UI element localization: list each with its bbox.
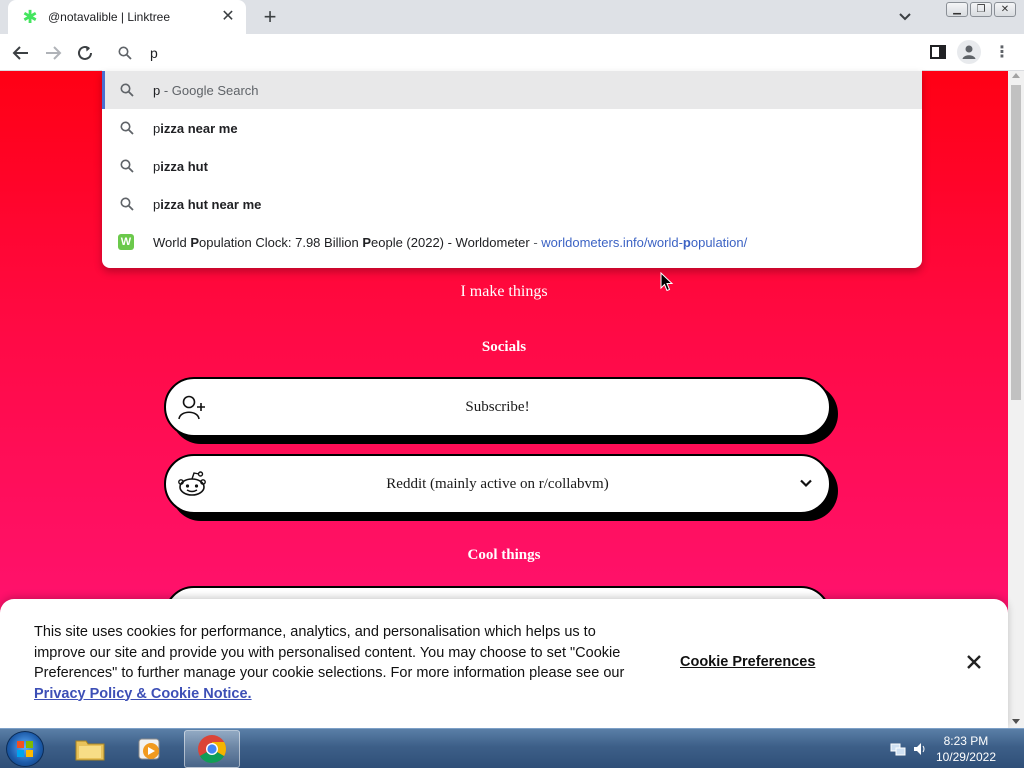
cool-things-heading: Cool things (467, 547, 541, 563)
history-url-part: worldometers.info/world- (541, 234, 683, 250)
page-scrollbar[interactable] (1008, 71, 1024, 728)
taskbar-explorer[interactable] (62, 730, 118, 768)
linktree-favicon-icon: ✱ (22, 7, 38, 27)
start-button[interactable] (6, 731, 44, 767)
folder-icon (75, 740, 105, 761)
chevron-down-icon[interactable] (799, 476, 813, 490)
close-window-button[interactable]: ✕ (994, 2, 1016, 17)
new-tab-button[interactable]: + (256, 5, 284, 29)
address-bar[interactable]: p (102, 34, 922, 71)
history-title-match: P (190, 234, 199, 250)
history-title-part: opulation Clock: 7.98 Billion (199, 234, 363, 250)
reddit-link-button[interactable]: Reddit (mainly active on r/collabvm) (164, 454, 831, 514)
history-separator: - (529, 234, 542, 250)
history-url-part: opulation/ (690, 234, 748, 250)
close-icon[interactable] (966, 654, 982, 670)
profile-avatar-icon (962, 45, 976, 59)
side-panel-icon (930, 45, 946, 59)
tab-title: @notavalible | Linktree (48, 10, 171, 24)
suggestion-item[interactable]: p - Google Search (102, 71, 922, 109)
search-icon (120, 197, 134, 211)
mouse-cursor-icon (660, 272, 674, 292)
system-tray: 8:23 PM 10/29/2022 (884, 729, 1024, 768)
browser-tab[interactable]: ✱ @notavalible | Linktree ✕ (8, 0, 246, 34)
history-suggestion-item[interactable]: W World Population Clock: 7.98 Billion P… (102, 223, 922, 261)
reload-button[interactable] (72, 40, 98, 66)
side-panel-button[interactable] (928, 41, 948, 63)
reddit-icon (178, 471, 206, 496)
scroll-down-arrow-icon[interactable] (1012, 719, 1020, 724)
scroll-up-arrow-icon[interactable] (1012, 73, 1020, 78)
suggestion-item[interactable]: pizza hut (102, 147, 922, 185)
reload-icon (78, 45, 92, 60)
clock[interactable]: 8:23 PM 10/29/2022 (936, 733, 996, 765)
suggestion-source: - Google Search (160, 82, 259, 98)
suggestion-completion: izza hut near me (160, 196, 262, 212)
search-icon (120, 83, 134, 97)
profile-button[interactable] (957, 40, 981, 64)
cookie-message: This site uses cookies for performance, … (34, 622, 634, 704)
windows-taskbar: 8:23 PM 10/29/2022 (0, 728, 1024, 768)
back-arrow-icon (12, 46, 28, 60)
cookie-preferences-button[interactable]: Cookie Preferences (680, 654, 815, 670)
window-controls: ▁ ❐ ✕ (946, 2, 1016, 17)
scrollbar-thumb[interactable] (1011, 85, 1021, 400)
search-icon (120, 121, 134, 135)
search-icon (120, 159, 134, 173)
network-icon[interactable] (890, 741, 906, 757)
cookie-message-text: This site uses cookies for performance, … (34, 624, 625, 681)
history-title-part: World (153, 234, 191, 250)
chevron-down-icon (899, 13, 911, 21)
profile-bio: I make things (460, 283, 548, 300)
cookie-banner: This site uses cookies for performance, … (0, 599, 1008, 728)
clock-date: 10/29/2022 (935, 750, 996, 764)
tab-close-icon[interactable]: ✕ (220, 9, 236, 25)
privacy-policy-link[interactable]: Privacy Policy & Cookie Notice. (34, 686, 252, 702)
back-button[interactable] (8, 40, 34, 66)
tab-strip: ✱ @notavalible | Linktree ✕ + ▁ ❐ ✕ (0, 0, 1024, 34)
add-person-icon (178, 395, 205, 420)
taskbar-media-player[interactable] (122, 730, 178, 768)
restore-button[interactable]: ❐ (970, 2, 992, 17)
history-url-match: p (682, 234, 691, 250)
volume-icon[interactable] (912, 741, 928, 757)
windows-logo-icon (17, 741, 33, 757)
taskbar-chrome[interactable] (184, 730, 240, 768)
clock-time: 8:23 PM (943, 734, 989, 748)
suggestion-completion: izza near me (160, 120, 238, 136)
socials-heading: Socials (481, 339, 527, 355)
media-player-icon (138, 738, 160, 760)
suggestion-item[interactable]: pizza hut near me (102, 185, 922, 223)
reddit-link-label: Reddit (mainly active on r/collabvm) (386, 475, 609, 492)
chrome-icon (198, 735, 226, 763)
forward-arrow-icon (46, 46, 62, 60)
minimize-button[interactable]: ▁ (946, 2, 968, 17)
address-bar-text: p (150, 44, 158, 61)
subscribe-link-button[interactable]: Subscribe! (164, 377, 831, 437)
forward-button[interactable] (40, 40, 66, 66)
chrome-menu-button[interactable]: ⋮ (994, 41, 1010, 63)
tab-search-button[interactable] (893, 6, 917, 28)
history-title-part: eople (2022) - Worldometer (371, 234, 530, 250)
suggestion-completion: izza hut (160, 158, 208, 174)
history-title-match: P (362, 234, 371, 250)
suggestion-item[interactable]: pizza near me (102, 109, 922, 147)
subscribe-link-label: Subscribe! (465, 398, 530, 415)
worldometer-favicon-icon: W (118, 234, 134, 250)
search-icon (118, 46, 132, 60)
omnibox-suggestions: p - Google Search pizza near me pizza hu… (102, 71, 922, 268)
